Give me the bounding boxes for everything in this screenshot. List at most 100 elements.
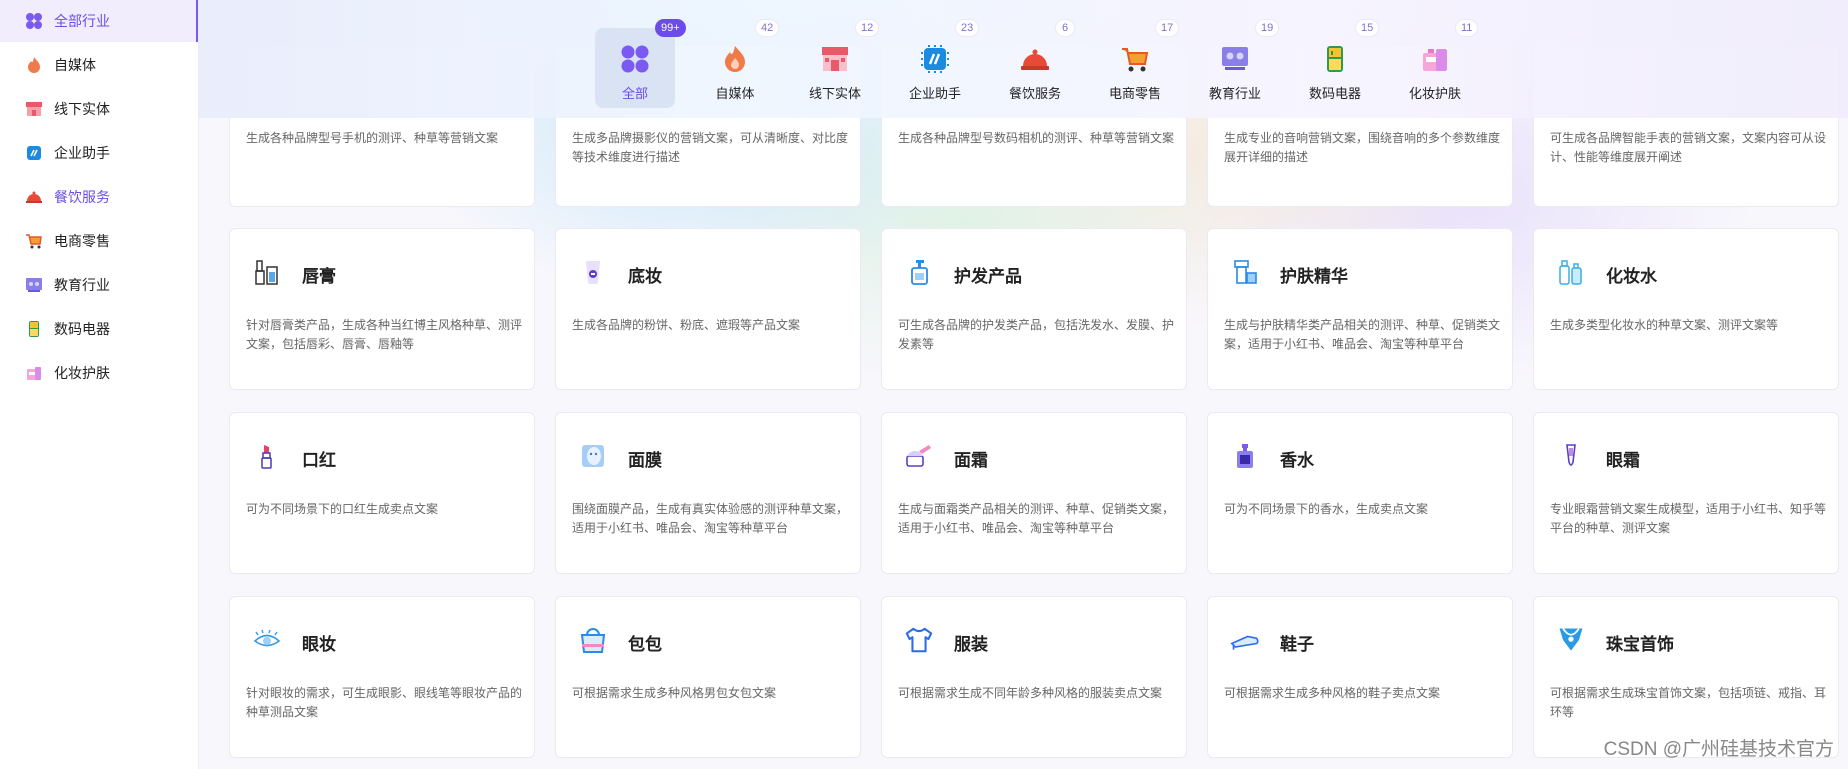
sidebar-item-label: 数码电器 <box>54 321 110 337</box>
tab-ecommerce[interactable]: 17 电商零售 <box>1095 19 1180 108</box>
tab-catering[interactable]: 6 餐饮服务 <box>995 19 1075 108</box>
card-title: 面霜 <box>954 451 988 470</box>
tab-label: 餐饮服务 <box>1008 86 1061 101</box>
card-face-cream[interactable]: 面霜 生成与面霜类产品相关的测评、种草、促销类文案，适用于小红书、唯品会、淘宝等… <box>881 412 1187 574</box>
card-title: 服装 <box>954 635 988 654</box>
tab-education[interactable]: 19 教育行业 <box>1195 19 1280 108</box>
card-foundation[interactable]: 底妆 生成各品牌的粉饼、粉底、遮瑕等产品文案 <box>555 228 861 390</box>
tab-label: 化妆护肤 <box>1408 86 1461 101</box>
sidebar-item-cosmetics[interactable]: 化妆护肤 <box>0 352 198 394</box>
card-bags[interactable]: 包包 可根据需求生成多种风格男包女包文案 <box>555 596 861 758</box>
cloche-icon <box>1018 42 1052 76</box>
card-description: 可根据需求生成珠宝首饰文案，包括项链、戒指、耳环等 <box>1550 686 1827 719</box>
card-title: 鞋子 <box>1280 635 1314 654</box>
sidebar-item-label: 自媒体 <box>54 57 96 73</box>
card-title: 眼妆 <box>302 635 336 654</box>
card-description: 生成各品牌的粉饼、粉底、遮瑕等产品文案 <box>572 318 801 332</box>
handbag-icon <box>578 625 608 655</box>
card-eye-cream[interactable]: 眼霜 专业眼霜营销文案生成模型，适用于小红书、知乎等平台的种草、测评文案 <box>1533 412 1839 574</box>
count-badge: 17 <box>1155 19 1180 37</box>
sidebar-item-offline-store[interactable]: 线下实体 <box>0 88 198 130</box>
classroom-icon <box>24 275 44 295</box>
cream-jar-icon <box>904 441 934 471</box>
count-badge: 15 <box>1355 19 1380 37</box>
sidebar-item-label: 线下实体 <box>54 101 110 117</box>
card-eye-makeup[interactable]: 眼妆 针对眼妆的需求，可生成眼影、眼线笔等眼妆产品的种草测品文案 <box>229 596 535 758</box>
toner-icon <box>1556 257 1586 287</box>
category-bar: 99+ 全部 42 自媒体 12 线下实体 23 企业助手 6 餐饮服务 17 … <box>199 0 1848 118</box>
card-toner[interactable]: 化妆水 生成多类型化妆水的种草文案、测评文案等 <box>1533 228 1839 390</box>
sidebar-item-label: 全部行业 <box>54 13 110 29</box>
card-face-mask[interactable]: 面膜 围绕面膜产品，生成有真实体验感的测评种草文案，适用于小红书、唯品会、淘宝等… <box>555 412 861 574</box>
foundation-icon <box>578 257 608 287</box>
tab-label: 线下实体 <box>808 86 861 101</box>
card-shoes[interactable]: 鞋子 可根据需求生成多种风格的鞋子卖点文案 <box>1207 596 1513 758</box>
cart-icon <box>24 231 44 251</box>
lipgloss-icon <box>252 257 282 287</box>
card-title: 口红 <box>302 451 336 470</box>
sidebar-item-catering[interactable]: 餐饮服务 <box>0 176 198 218</box>
sidebar-item-label: 电商零售 <box>54 233 110 249</box>
sidebar-item-education[interactable]: 教育行业 <box>0 264 198 306</box>
cosmetics-icon <box>24 363 44 383</box>
count-badge: 6 <box>1055 19 1075 37</box>
watermark: CSDN @广州硅基技术官方 <box>1603 739 1834 760</box>
sidebar-item-self-media[interactable]: 自媒体 <box>0 44 198 86</box>
tab-cosmetics[interactable]: 11 化妆护肤 <box>1395 19 1479 108</box>
tab-label: 自媒体 <box>715 86 755 101</box>
necklace-icon <box>1556 625 1586 655</box>
card-clothing[interactable]: 服装 可根据需求生成不同年龄多种风格的服装卖点文案 <box>881 596 1187 758</box>
count-badge: 42 <box>755 19 780 37</box>
sidebar-item-digital[interactable]: 数码电器 <box>0 308 198 350</box>
count-badge: 23 <box>955 19 980 37</box>
tab-all[interactable]: 99+ 全部 <box>595 19 686 108</box>
card-lip-gloss[interactable]: 唇膏 针对唇膏类产品，生成各种当红博主风格种草、测评文案，包括唇彩、唇膏、唇釉等 <box>229 228 535 390</box>
sidebar-item-enterprise[interactable]: 企业助手 <box>0 132 198 174</box>
sidebar-item-ecommerce[interactable]: 电商零售 <box>0 220 198 262</box>
chip-icon <box>918 42 952 76</box>
card-description: 可生成各品牌的护发类产品，包括洗发水、发膜、护发素等 <box>898 318 1175 351</box>
card-description: 可为不同场景下的香水，生成卖点文案 <box>1224 502 1429 516</box>
fridge-icon <box>24 319 44 339</box>
count-badge: 99+ <box>655 19 686 37</box>
card-description: 可根据需求生成多种风格的鞋子卖点文案 <box>1224 686 1441 700</box>
card-description: 针对眼妆的需求，可生成眼影、眼线笔等眼妆产品的种草测品文案 <box>246 686 523 719</box>
card-title: 面膜 <box>628 451 662 470</box>
tab-self-media[interactable]: 42 自媒体 <box>695 19 780 108</box>
card-description: 生成专业的音响营销文案，围绕音响的多个参数维度展开详细的描述 <box>1224 131 1501 164</box>
card-description: 生成多品牌摄影仪的营销文案，可从清晰度、对比度等技术维度进行描述 <box>572 131 849 164</box>
card-hair-care[interactable]: 护发产品 可生成各品牌的护发类产品，包括洗发水、发膜、护发素等 <box>881 228 1187 390</box>
card-title: 眼霜 <box>1606 451 1640 470</box>
card-description: 针对唇膏类产品，生成各种当红博主风格种草、测评文案，包括唇彩、唇膏、唇釉等 <box>246 318 523 351</box>
sidebar: 全部行业 自媒体 线下实体 企业助手 餐饮服务 电商零售 教育行业 数码电器 化… <box>0 0 199 769</box>
lipstick-icon <box>252 441 282 471</box>
card-title: 护肤精华 <box>1280 267 1348 286</box>
card-description: 可根据需求生成不同年龄多种风格的服装卖点文案 <box>898 686 1163 700</box>
card-title: 化妆水 <box>1606 267 1657 286</box>
chip-icon <box>24 143 44 163</box>
card-title: 护发产品 <box>954 267 1022 286</box>
card-description: 可根据需求生成多种风格男包女包文案 <box>572 686 777 700</box>
card-description: 生成各种品牌型号手机的测评、种草等营销文案 <box>246 131 499 145</box>
card-title: 香水 <box>1280 451 1314 470</box>
tab-enterprise[interactable]: 23 企业助手 <box>895 19 980 108</box>
sidebar-item-label: 化妆护肤 <box>54 365 110 381</box>
shoe-icon <box>1230 625 1260 655</box>
tab-label: 企业助手 <box>908 86 961 101</box>
sidebar-item-all[interactable]: 全部行业 <box>0 0 198 42</box>
tab-offline-store[interactable]: 12 线下实体 <box>795 19 880 108</box>
store-icon <box>818 42 852 76</box>
shirt-icon <box>904 625 934 655</box>
tab-label: 数码电器 <box>1308 86 1361 101</box>
card-description: 生成多类型化妆水的种草文案、测评文案等 <box>1550 318 1779 332</box>
pump-bottle-icon <box>904 257 934 287</box>
card-title: 包包 <box>628 635 662 654</box>
card-perfume[interactable]: 香水 可为不同场景下的香水，生成卖点文案 <box>1207 412 1513 574</box>
count-badge: 12 <box>855 19 880 37</box>
tab-label: 教育行业 <box>1208 86 1261 101</box>
card-serum[interactable]: 护肤精华 生成与护肤精华类产品相关的测评、种草、促销类文案，适用于小红书、唯品会… <box>1207 228 1513 390</box>
tab-digital[interactable]: 15 数码电器 <box>1295 19 1380 108</box>
card-description: 生成各种品牌型号数码相机的测评、种草等营销文案 <box>898 131 1175 145</box>
fridge-icon <box>1318 42 1352 76</box>
card-lipstick[interactable]: 口红 可为不同场景下的口红生成卖点文案 <box>229 412 535 574</box>
